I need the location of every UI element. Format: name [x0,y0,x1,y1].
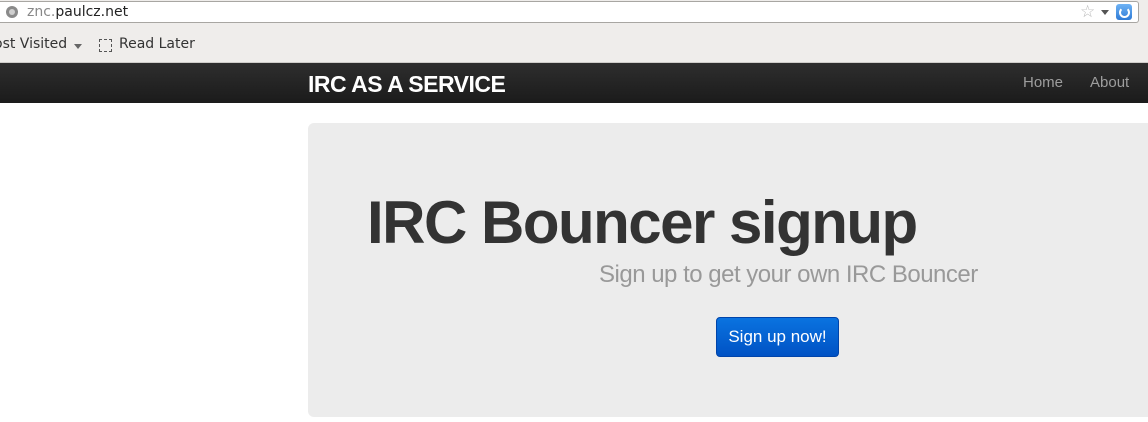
browser-toolbar: znc.paulcz.net ☆ [0,0,1148,26]
reload-icon[interactable] [1116,4,1132,20]
bookmark-star-icon[interactable]: ☆ [1080,2,1095,22]
url-bar[interactable]: znc.paulcz.net ☆ [0,1,1139,23]
bookmark-read-later[interactable]: Read Later [119,36,195,52]
url-prefix: znc. [27,4,56,20]
read-later-icon [99,39,112,52]
site-navbar: IRC AS A SERVICE Home About [0,63,1148,103]
nav-home-link[interactable]: Home [1023,74,1063,91]
chevron-down-icon[interactable] [74,44,82,49]
page-subtitle: Sign up to get your own IRC Bouncer [599,261,978,288]
bookmark-most-visited[interactable]: ost Visited [0,36,67,52]
url-domain: paulcz.net [55,4,129,20]
nav-about-link[interactable]: About [1090,74,1129,91]
page-title: IRC Bouncer signup [367,189,918,256]
site-identity-icon[interactable] [6,6,18,18]
site-brand[interactable]: IRC AS A SERVICE [308,71,506,98]
hero-unit: IRC Bouncer signup Sign up to get your o… [308,123,1148,417]
signup-button[interactable]: Sign up now! [716,317,839,357]
url-text[interactable]: znc.paulcz.net [27,4,128,20]
url-dropdown-icon[interactable] [1101,10,1109,15]
bookmarks-bar: ost Visited Read Later [0,26,1148,63]
